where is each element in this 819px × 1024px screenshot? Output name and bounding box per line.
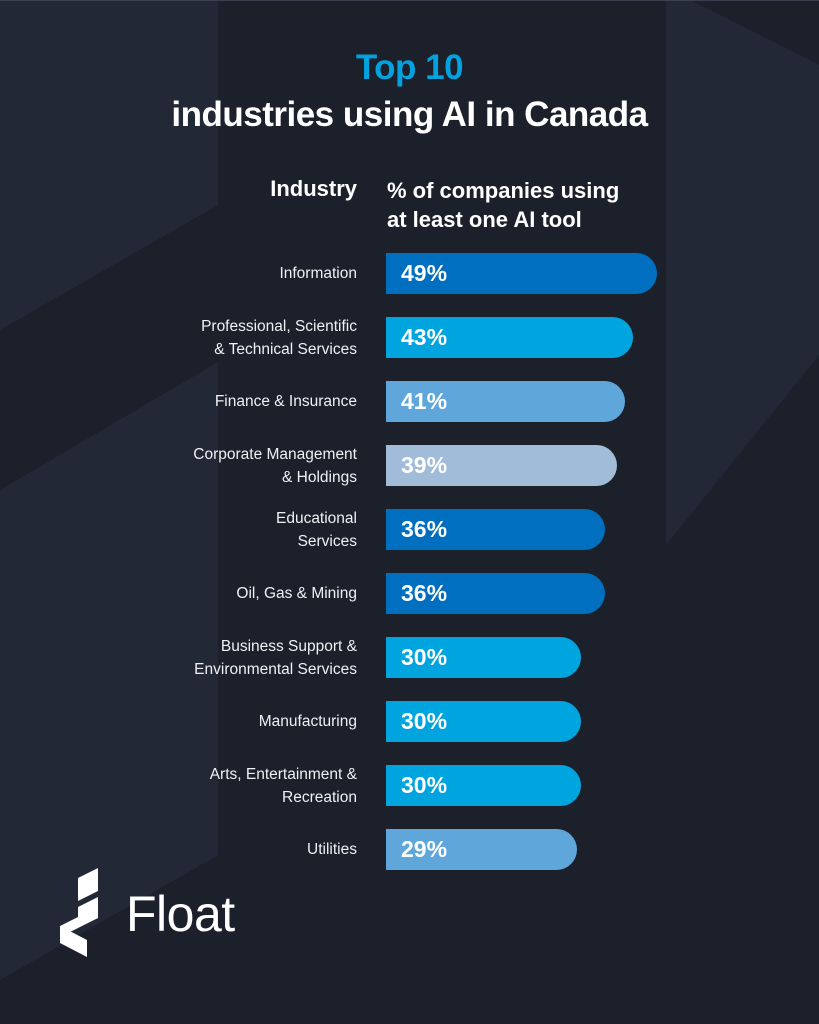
industry-label-line: Environmental Services [194, 660, 357, 678]
industry-label-line: Services [297, 532, 357, 550]
industry-label-line: Manufacturing [258, 713, 357, 730]
bar-value-label: 41% [401, 388, 448, 414]
industry-label-line: Finance & Insurance [214, 393, 357, 410]
industry-label: Arts, Entertainment & Recreation [137, 763, 357, 809]
bar-value-label: 29% [401, 836, 448, 862]
industry-label: Professional, Scientific & Technical Serv… [137, 315, 357, 361]
bar-value-label: 30% [401, 772, 448, 798]
industry-label: Educational Services [137, 507, 357, 553]
industry-label: Finance & Insurance [137, 390, 357, 413]
logo-mark-top [78, 868, 98, 901]
bar: 30% [386, 701, 581, 742]
industry-label-line: & Technical Services [214, 340, 357, 358]
bar-value-label: 36% [401, 516, 448, 542]
industry-label: Utilities [137, 838, 357, 861]
bar: 30% [386, 637, 581, 678]
bar-value-label: 30% [401, 644, 448, 670]
float-logo-icon [60, 868, 98, 957]
industry-label-line: Professional, Scientific [201, 317, 357, 335]
industry-label-line: Oil, Gas & Mining [236, 585, 357, 602]
bar-value-label: 49% [401, 260, 448, 286]
bar-value-label: 30% [401, 708, 448, 734]
bar: 36% [386, 509, 605, 550]
industry-label: Business Support & Environmental Services [137, 635, 357, 681]
bar: 41% [386, 381, 625, 422]
bar: 29% [386, 829, 577, 870]
industry-label: Manufacturing [137, 710, 357, 733]
bar-value-label: 39% [401, 452, 448, 478]
industry-label-line: Information [279, 265, 357, 282]
bar-value-label: 36% [401, 580, 448, 606]
industry-label-line: Business Support & [220, 637, 357, 655]
bar-value-label: 43% [401, 324, 448, 350]
industry-label-line: Recreation [282, 788, 357, 806]
brand-name: Float [126, 886, 235, 942]
industry-label-line: Corporate Management [193, 445, 357, 463]
bar: 39% [386, 445, 617, 486]
industry-label: Oil, Gas & Mining [137, 582, 357, 605]
industry-label-line: Utilities [307, 841, 357, 858]
industry-label-line: Arts, Entertainment & [209, 765, 357, 783]
bar: 49% [386, 253, 657, 294]
bar: 43% [386, 317, 633, 358]
industry-label: Information [137, 262, 357, 285]
logo-mark-middle [78, 897, 98, 928]
bar: 30% [386, 765, 581, 806]
industry-label-line: & Holdings [282, 468, 357, 486]
industry-label-line: Educational [275, 509, 357, 527]
industry-label: Corporate Management & Holdings [137, 443, 357, 489]
bar-chart: Information 49% Professional, Scientific & … [0, 0, 819, 1024]
bar: 36% [386, 573, 605, 614]
